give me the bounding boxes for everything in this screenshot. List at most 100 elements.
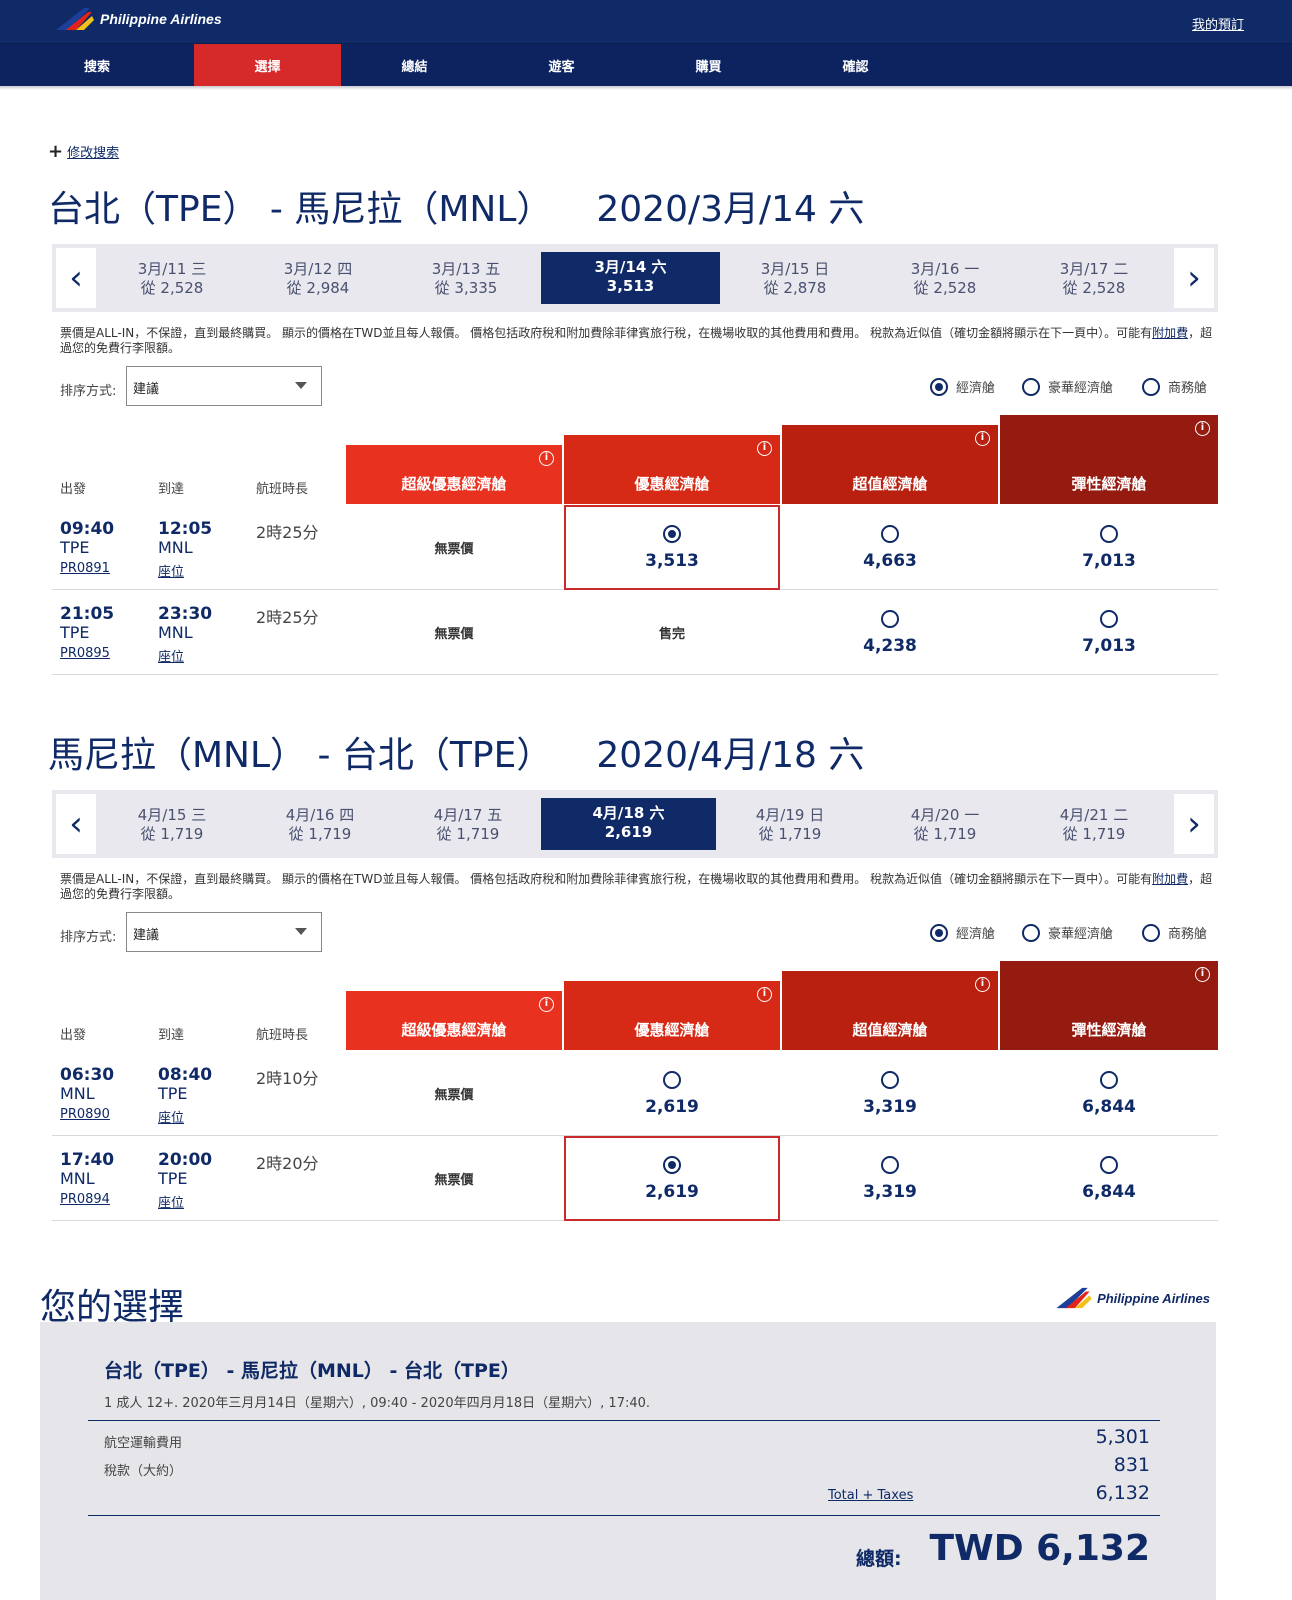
date-option[interactable]: 3月/16 一從 2,528	[893, 252, 997, 304]
step-confirm: 確認	[842, 59, 869, 75]
date-option[interactable]: 3月/15 日從 2,878	[743, 252, 847, 304]
cabin-business[interactable]: 商務艙	[1142, 923, 1207, 942]
flight-number-link[interactable]: PR0890	[60, 1107, 110, 1122]
chevron-right-icon[interactable]: ›	[1174, 794, 1214, 854]
divider	[88, 1420, 1160, 1421]
radio-icon[interactable]	[881, 609, 899, 628]
modify-search[interactable]: + 修改搜索	[48, 142, 119, 161]
radio-icon[interactable]	[930, 377, 948, 396]
modify-search-link[interactable]: 修改搜索	[67, 142, 119, 161]
seat-link[interactable]: 座位	[158, 646, 184, 665]
steps-shadow	[0, 86, 1292, 90]
fare-cell[interactable]: 6,844	[1000, 1136, 1218, 1221]
chevron-left-icon[interactable]: ‹	[56, 248, 96, 308]
info-icon[interactable]: i	[975, 977, 990, 992]
cabin-business[interactable]: 商務艙	[1142, 377, 1207, 396]
radio-icon[interactable]	[1100, 609, 1118, 628]
radio-icon[interactable]	[663, 1070, 681, 1089]
fare-cell[interactable]: 7,013	[1000, 590, 1218, 675]
fare-cell[interactable]: 6,844	[1000, 1051, 1218, 1136]
date-option[interactable]: 3月/17 二從 2,528	[1042, 252, 1146, 304]
fare-notice: 票價是ALL-IN，不保證，直到最終購買。 顯示的價格在TWD並且每人報價。 價…	[60, 872, 1213, 901]
step-search[interactable]: 搜索	[0, 44, 194, 86]
flight-number-link[interactable]: PR0891	[60, 561, 110, 576]
seat-link[interactable]: 座位	[158, 1107, 184, 1126]
date-option[interactable]: 3月/11 三從 2,528	[120, 252, 224, 304]
arr-time: 20:00	[158, 1150, 213, 1170]
total-taxes-link[interactable]: Total + Taxes	[828, 1488, 913, 1503]
fare-cell-selected[interactable]: 2,619	[564, 1136, 780, 1221]
brand-logo[interactable]: Philippine Airlines	[54, 6, 222, 32]
flight-number-link[interactable]: PR0894	[60, 1192, 110, 1207]
info-icon[interactable]: i	[1195, 967, 1210, 982]
date-option-selected[interactable]: 4月/18 六 2,619	[541, 798, 716, 850]
radio-icon[interactable]	[1142, 923, 1160, 942]
fare-cell[interactable]: 3,319	[782, 1051, 998, 1136]
flight-row: 21:05 TPE PR0895 23:30 MNL 座位 2時25分 無票價 …	[52, 590, 1218, 675]
arr-time: 08:40	[158, 1065, 213, 1085]
flight-number-link[interactable]: PR0895	[60, 646, 110, 661]
surcharge-link[interactable]: 附加費	[1152, 326, 1188, 340]
radio-icon[interactable]	[930, 923, 948, 942]
date-option[interactable]: 4月/16 四從 1,719	[268, 798, 372, 850]
fare-cell[interactable]: 4,663	[782, 505, 998, 590]
radio-icon[interactable]	[1100, 1155, 1118, 1174]
cabin-premium-economy[interactable]: 豪華經濟艙	[1022, 377, 1113, 396]
radio-icon[interactable]	[1022, 377, 1040, 396]
air-fare-value: 5,301	[1095, 1426, 1150, 1448]
fare-notice: 票價是ALL-IN，不保證，直到最終購買。 顯示的價格在TWD並且每人報價。 價…	[60, 326, 1213, 355]
fare-cell[interactable]: 4,238	[782, 590, 998, 675]
fare-cell[interactable]: 7,013	[1000, 505, 1218, 590]
radio-icon[interactable]	[1100, 1070, 1118, 1089]
step-select[interactable]: 選擇	[194, 44, 341, 86]
date-option[interactable]: 3月/12 四從 2,984	[266, 252, 370, 304]
dep-code: MNL	[60, 1169, 95, 1188]
date-option[interactable]: 4月/20 一從 1,719	[893, 798, 997, 850]
radio-icon[interactable]	[881, 524, 899, 543]
info-icon[interactable]: i	[539, 451, 554, 466]
sort-select[interactable]: 建議	[126, 912, 322, 952]
inbound-title: 馬尼拉（MNL） - 台北（TPE） 2020/4月/18 六	[48, 726, 864, 778]
flight-row: 09:40 TPE PR0891 12:05 MNL 座位 2時25分 無票價 …	[52, 505, 1218, 590]
my-booking-link[interactable]: 我的預訂	[1192, 14, 1244, 33]
fare-cell-selected[interactable]: 3,513	[564, 505, 780, 590]
duration: 2時10分	[256, 1069, 319, 1088]
seat-link[interactable]: 座位	[158, 1192, 184, 1211]
seat-link[interactable]: 座位	[158, 561, 184, 580]
top-bar: Philippine Airlines 我的預訂	[0, 0, 1292, 44]
fare-cell[interactable]: 3,319	[782, 1136, 998, 1221]
chevron-left-icon[interactable]: ‹	[56, 794, 96, 854]
radio-icon[interactable]	[663, 1155, 681, 1174]
tax-label: 稅款（大約）	[104, 1464, 183, 1479]
date-option[interactable]: 4月/17 五從 1,719	[416, 798, 520, 850]
col-duration: 航班時長	[256, 482, 309, 497]
info-icon[interactable]: i	[757, 987, 772, 1002]
date-option[interactable]: 4月/15 三從 1,719	[120, 798, 224, 850]
radio-icon[interactable]	[1022, 923, 1040, 942]
cabin-premium-economy[interactable]: 豪華經濟艙	[1022, 923, 1113, 942]
date-option[interactable]: 4月/21 二從 1,719	[1042, 798, 1146, 850]
cabin-economy[interactable]: 經濟艙	[930, 923, 995, 942]
date-option[interactable]: 4月/19 日從 1,719	[738, 798, 842, 850]
date-option-selected[interactable]: 3月/14 六 3,513	[541, 252, 720, 304]
info-icon[interactable]: i	[1195, 421, 1210, 436]
fare-cell: 無票價	[434, 1088, 474, 1103]
info-icon[interactable]: i	[975, 431, 990, 446]
date-option[interactable]: 3月/13 五從 3,335	[414, 252, 518, 304]
radio-icon[interactable]	[1142, 377, 1160, 396]
fare-cell: 無票價	[434, 542, 474, 557]
flight-row: 17:40 MNL PR0894 20:00 TPE 座位 2時20分 無票價 …	[52, 1136, 1218, 1221]
surcharge-link[interactable]: 附加費	[1152, 872, 1188, 886]
radio-icon[interactable]	[1100, 524, 1118, 543]
duration: 2時20分	[256, 1154, 319, 1173]
radio-icon[interactable]	[663, 524, 681, 543]
sort-select[interactable]: 建議	[126, 366, 322, 406]
cabin-economy[interactable]: 經濟艙	[930, 377, 995, 396]
col-arrive: 到達	[158, 1028, 185, 1043]
fare-cell[interactable]: 2,619	[564, 1051, 780, 1136]
radio-icon[interactable]	[881, 1070, 899, 1089]
chevron-right-icon[interactable]: ›	[1174, 248, 1214, 308]
radio-icon[interactable]	[881, 1155, 899, 1174]
info-icon[interactable]: i	[757, 441, 772, 456]
info-icon[interactable]: i	[539, 997, 554, 1012]
